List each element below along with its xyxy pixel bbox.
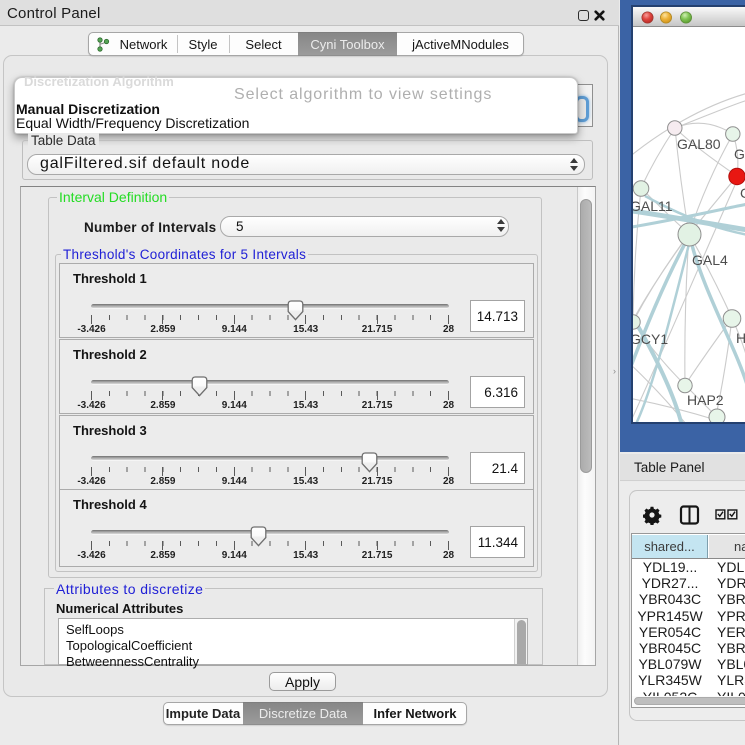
svg-text:H: H — [736, 330, 745, 346]
svg-text:HAP2: HAP2 — [687, 392, 724, 408]
svg-text:GAL4: GAL4 — [692, 252, 728, 268]
svg-text:GCY1: GCY1 — [633, 331, 668, 347]
svg-text:GA: GA — [734, 146, 745, 162]
svg-text:GAL80: GAL80 — [677, 136, 721, 152]
svg-text:C: C — [740, 185, 745, 201]
svg-text:GAL11: GAL11 — [633, 198, 673, 214]
